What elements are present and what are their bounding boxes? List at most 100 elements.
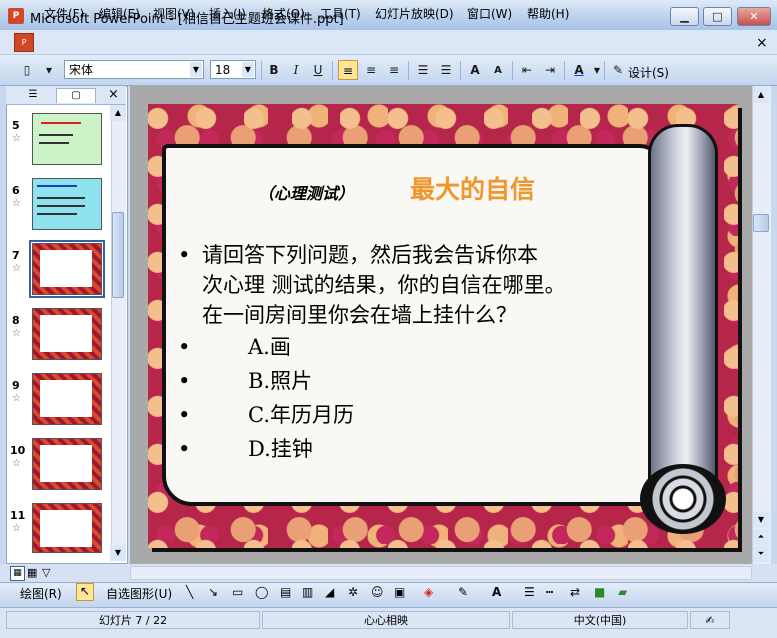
bold-button[interactable]: B (265, 62, 283, 79)
menu-view[interactable]: 视图(V) (153, 5, 195, 22)
option-c[interactable]: C.年历月历 (248, 400, 354, 431)
slide-thumbnail-9[interactable] (32, 373, 102, 425)
question-line-3[interactable]: 在一间房间里你会在墙上挂什么？ (202, 300, 517, 331)
font-color-icon[interactable]: A (492, 585, 501, 599)
tab-slides[interactable]: ▢ (56, 88, 96, 103)
option-d[interactable]: D.挂钟 (248, 434, 313, 465)
option-a[interactable]: A.画 (248, 332, 291, 363)
align-right-icon[interactable]: ≡ (385, 62, 403, 79)
decrease-indent-icon[interactable]: ⇤ (518, 62, 536, 79)
underline-button[interactable]: U (309, 62, 327, 79)
question-line-1[interactable]: 请回答下列问题，然后我会告诉你本 (202, 240, 538, 271)
picture-icon[interactable]: ▣ (394, 585, 405, 599)
slide-horizontal-scrollbar[interactable] (130, 566, 752, 580)
arrow-tool-icon[interactable]: ↘ (208, 585, 218, 599)
animation-star-icon: ☆ (12, 133, 21, 144)
numbering-icon[interactable]: ☰ (414, 62, 432, 79)
close-pane-button[interactable]: × (108, 87, 119, 102)
minimize-button[interactable]: ▁ (670, 7, 699, 26)
scroll-up-icon[interactable]: ▲ (753, 87, 769, 103)
line-color-icon[interactable]: ✎ (458, 585, 468, 599)
thumb-paper (40, 510, 92, 547)
align-left-icon[interactable]: ≡ (338, 60, 358, 80)
line-tool-icon[interactable]: ╲ (186, 585, 193, 599)
menu-file[interactable]: 文件(F) (44, 5, 84, 22)
dash-style-icon[interactable]: ┅ (546, 585, 553, 599)
previous-slide-icon[interactable]: ⏶ (753, 529, 769, 545)
thumbnail-scroll-thumb[interactable] (112, 212, 124, 298)
font-color-icon[interactable]: A (570, 62, 588, 79)
font-size-select[interactable]: 18 ▼ (210, 60, 256, 79)
vertical-textbox-icon[interactable]: ▥ (302, 585, 313, 599)
line-style-icon[interactable]: ☰ (524, 585, 535, 599)
slide-thumbnail-7[interactable] (29, 240, 105, 298)
slide-thumbnail-8[interactable] (32, 308, 102, 360)
chevron-down-icon[interactable]: ▼ (190, 62, 202, 77)
increase-indent-icon[interactable]: ⇥ (541, 62, 559, 79)
slide-sorter-view-icon[interactable]: ▦ (27, 566, 37, 579)
document-icon[interactable]: P (14, 33, 34, 52)
toolbar-options-icon[interactable]: ▾ (40, 62, 58, 79)
oval-tool-icon[interactable]: ◯ (255, 585, 268, 599)
normal-view-icon[interactable]: ▦ (10, 566, 25, 581)
powerpoint-app-icon[interactable]: P (8, 8, 24, 24)
slideshow-view-icon[interactable]: ▽ (42, 566, 50, 579)
increase-font-icon[interactable]: A (466, 62, 484, 79)
question-line-2[interactable]: 次心理 测试的结果，你的自信在哪里。 (202, 270, 566, 301)
fill-color-icon[interactable]: ◈ (424, 585, 433, 599)
tab-outline[interactable]: ☰ (14, 88, 52, 102)
slide-thumbnail-5[interactable] (32, 113, 102, 165)
textbox-tool-icon[interactable]: ▤ (280, 585, 291, 599)
menu-help[interactable]: 帮助(H) (527, 5, 569, 22)
menu-tools[interactable]: 工具(T) (320, 5, 361, 22)
scroll-down-icon[interactable]: ▼ (753, 512, 769, 528)
italic-button[interactable]: I (287, 62, 305, 79)
slide-thumbnail-11[interactable] (32, 503, 102, 553)
rectangle-tool-icon[interactable]: ▭ (232, 585, 243, 599)
align-center-icon[interactable]: ≡ (362, 62, 380, 79)
chevron-down-icon[interactable]: ▼ (242, 62, 254, 77)
menu-format[interactable]: 格式(O) (262, 5, 305, 22)
slide-vertical-scrollbar[interactable] (752, 86, 771, 564)
shadow-style-icon[interactable]: ■ (594, 585, 605, 599)
slide-subtitle[interactable]: （心理测试） (258, 180, 354, 204)
design-button[interactable]: 设计(S) (628, 64, 669, 81)
close-document-button[interactable]: × (756, 35, 768, 51)
scroll-up-icon[interactable]: ▲ (110, 105, 126, 121)
decrease-font-icon[interactable]: A (489, 62, 507, 79)
option-b[interactable]: B.照片 (248, 366, 312, 397)
spelling-check-icon[interactable]: ✍ (690, 611, 730, 629)
maximize-button[interactable]: □ (703, 7, 732, 26)
select-pointer-icon[interactable]: ↖ (76, 583, 94, 601)
diagram-icon[interactable]: ✲ (348, 585, 358, 599)
close-window-button[interactable]: ✕ (737, 7, 771, 26)
menu-insert[interactable]: 插入(I) (209, 5, 246, 22)
wordart-icon[interactable]: ◢ (325, 585, 334, 599)
slide-number: 7 (12, 249, 20, 262)
3d-style-icon[interactable]: ▰ (618, 585, 627, 599)
slide-canvas[interactable]: （心理测试） 最大的自信 • 请回答下列问题，然后我会告诉你本 次心理 测试的结… (148, 104, 738, 548)
autoshapes-button[interactable]: 自选图形(U) (106, 585, 172, 602)
animation-star-icon: ☆ (12, 198, 21, 209)
menu-edit[interactable]: 编辑(E) (99, 5, 140, 22)
draw-menu-button[interactable]: 绘图(R) (20, 585, 62, 602)
slide-number: 8 (12, 314, 20, 327)
menu-window[interactable]: 窗口(W) (467, 5, 512, 22)
slide-title[interactable]: 最大的自信 (410, 170, 535, 206)
arrow-style-icon[interactable]: ⇄ (570, 585, 580, 599)
font-name-select[interactable]: 宋体 ▼ (64, 60, 204, 79)
bullets-icon[interactable]: ☰ (437, 62, 455, 79)
font-name-value: 宋体 (69, 63, 94, 77)
slide-scroll-thumb[interactable] (753, 214, 769, 232)
slide-number: 10 (10, 444, 26, 457)
design-icon[interactable]: ✎ (609, 62, 627, 79)
animation-star-icon: ☆ (12, 393, 21, 404)
menu-slideshow[interactable]: 幻灯片放映(D) (375, 5, 454, 22)
slide-thumbnail-10[interactable] (32, 438, 102, 490)
clipart-icon[interactable]: ☺ (371, 585, 384, 599)
next-slide-icon[interactable]: ⏷ (753, 546, 769, 562)
scroll-down-icon[interactable]: ▼ (110, 545, 126, 561)
new-document-icon[interactable]: ▯ (18, 62, 36, 79)
thumbnail-scrollbar[interactable] (111, 105, 126, 561)
slide-thumbnail-6[interactable] (32, 178, 102, 230)
